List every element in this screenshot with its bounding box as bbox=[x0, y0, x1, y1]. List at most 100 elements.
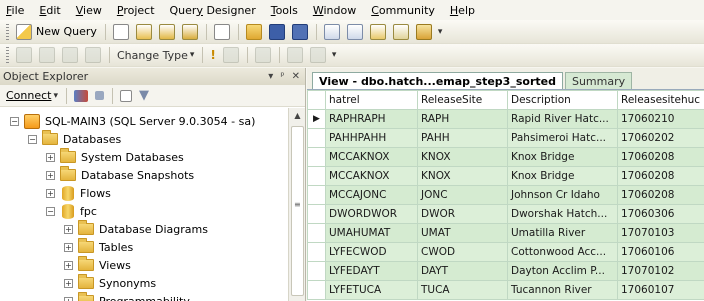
table-cell[interactable]: 17070103 bbox=[617, 223, 704, 243]
add-table-button[interactable] bbox=[284, 45, 306, 65]
table-cell[interactable]: UMAT bbox=[417, 223, 508, 243]
table-cell[interactable]: KNOX bbox=[417, 166, 508, 186]
table-cell[interactable]: RAPH bbox=[417, 109, 508, 129]
table-cell[interactable]: 17060208 bbox=[617, 185, 704, 205]
toolbar-options-icon[interactable]: ▾ bbox=[332, 50, 337, 60]
table-cell[interactable]: 17060202 bbox=[617, 128, 704, 148]
table-cell[interactable]: PAHH bbox=[417, 128, 508, 148]
table-cell[interactable]: Knox Bridge bbox=[507, 147, 618, 167]
menu-item[interactable]: View bbox=[76, 4, 102, 17]
filter-button[interactable]: ▼ bbox=[136, 86, 152, 106]
table-row[interactable]: UMAHUMAT UMAT Umatilla River 17070103 bbox=[307, 223, 704, 243]
table-cell[interactable]: LYFETUCA bbox=[325, 280, 418, 300]
tree-node[interactable]: + Database Snapshots bbox=[46, 166, 194, 184]
menu-item[interactable]: Window bbox=[313, 4, 356, 17]
registered-servers-button[interactable] bbox=[321, 22, 343, 42]
row-selector[interactable] bbox=[307, 242, 326, 262]
tree-node[interactable]: + Flows bbox=[46, 184, 111, 202]
scrollbar-thumb[interactable] bbox=[291, 126, 304, 296]
close-icon[interactable]: ✕ bbox=[292, 71, 300, 82]
show-results-pane-button[interactable] bbox=[82, 45, 104, 65]
table-cell[interactable]: MCCAJONC bbox=[325, 185, 418, 205]
column-header[interactable]: hatrel bbox=[325, 90, 418, 110]
table-cell[interactable]: 17060208 bbox=[617, 147, 704, 167]
table-row[interactable]: MCCAKNOX KNOX Knox Bridge 17060208 bbox=[307, 166, 704, 186]
table-cell[interactable]: DWOR bbox=[417, 204, 508, 224]
table-cell[interactable]: Tucannon River bbox=[507, 280, 618, 300]
column-header[interactable]: ReleaseSite bbox=[417, 90, 508, 110]
table-cell[interactable]: KNOX bbox=[417, 147, 508, 167]
table-cell[interactable]: 17060107 bbox=[617, 280, 704, 300]
table-cell[interactable]: MCCAKNOX bbox=[325, 166, 418, 186]
table-cell[interactable]: PAHHPAHH bbox=[325, 128, 418, 148]
row-selector[interactable] bbox=[307, 128, 326, 148]
verify-sql-button[interactable] bbox=[220, 45, 242, 65]
collapse-icon[interactable]: − bbox=[46, 206, 55, 216]
toolbar-options-icon[interactable]: ▾ bbox=[438, 27, 443, 37]
tree-node[interactable]: + Programmability bbox=[64, 292, 190, 301]
stop-button[interactable] bbox=[92, 86, 107, 106]
expand-icon[interactable]: + bbox=[64, 278, 73, 288]
mdx-query-button[interactable] bbox=[156, 22, 178, 42]
collapse-icon[interactable]: − bbox=[28, 134, 37, 144]
table-cell[interactable]: CWOD bbox=[417, 242, 508, 262]
tree-node[interactable]: − fpc bbox=[46, 202, 97, 220]
expand-icon[interactable]: + bbox=[64, 224, 73, 234]
table-cell[interactable]: Pahsimeroi Hatc... bbox=[507, 128, 618, 148]
menu-item[interactable]: Tools bbox=[271, 4, 298, 17]
current-row-indicator-icon[interactable]: ▶ bbox=[307, 109, 326, 129]
tree-node[interactable]: − SQL-MAIN3 (SQL Server 9.0.3054 - sa) bbox=[10, 112, 255, 130]
table-cell[interactable]: TUCA bbox=[417, 280, 508, 300]
connect-button[interactable]: Connect ▾ bbox=[3, 86, 61, 106]
table-cell[interactable]: Dayton Acclim P... bbox=[507, 261, 618, 281]
tab-summary[interactable]: Summary bbox=[564, 72, 633, 89]
menu-item[interactable]: Query Designer bbox=[170, 4, 256, 17]
toolbox-button[interactable] bbox=[413, 22, 435, 42]
save-button[interactable] bbox=[266, 22, 288, 42]
table-cell[interactable]: DWORDWOR bbox=[325, 204, 418, 224]
table-cell[interactable]: DAYT bbox=[417, 261, 508, 281]
tree-vertical-scrollbar[interactable]: ▲ ≡ bbox=[288, 108, 305, 301]
row-selector[interactable] bbox=[307, 147, 326, 167]
table-row[interactable]: LYFEDAYT DAYT Dayton Acclim P... 17070102 bbox=[307, 261, 704, 281]
column-header[interactable]: Description bbox=[507, 90, 618, 110]
row-selector[interactable] bbox=[307, 185, 326, 205]
table-cell[interactable]: RAPHRAPH bbox=[325, 109, 418, 129]
expand-icon[interactable]: + bbox=[46, 170, 55, 180]
group-by-button[interactable] bbox=[252, 45, 274, 65]
open-file-button[interactable] bbox=[243, 22, 265, 42]
tree-node[interactable]: + System Databases bbox=[46, 148, 184, 166]
database-engine-query-button[interactable] bbox=[110, 22, 132, 42]
show-sql-pane-button[interactable] bbox=[59, 45, 81, 65]
analysis-query-button[interactable] bbox=[133, 22, 155, 42]
table-cell[interactable]: 17060210 bbox=[617, 109, 704, 129]
tab-view-designer[interactable]: View - dbo.hatch...emap_step3_sorted bbox=[312, 72, 563, 89]
table-cell[interactable]: 17070102 bbox=[617, 261, 704, 281]
table-row[interactable]: LYFECWOD CWOD Cottonwood Acc... 17060106 bbox=[307, 242, 704, 262]
window-position-dropdown-icon[interactable]: ▾ bbox=[268, 71, 273, 82]
table-cell[interactable]: LYFEDAYT bbox=[325, 261, 418, 281]
show-diagram-pane-button[interactable] bbox=[13, 45, 35, 65]
expand-icon[interactable]: + bbox=[64, 242, 73, 252]
menu-item[interactable]: Help bbox=[450, 4, 475, 17]
dmx-query-button[interactable] bbox=[179, 22, 201, 42]
collapse-icon[interactable]: − bbox=[10, 116, 19, 126]
show-criteria-pane-button[interactable] bbox=[36, 45, 58, 65]
table-cell[interactable]: Cottonwood Acc... bbox=[507, 242, 618, 262]
expand-icon[interactable]: + bbox=[64, 260, 73, 270]
expand-icon[interactable]: + bbox=[46, 152, 55, 162]
table-cell[interactable]: Rapid River Hatc... bbox=[507, 109, 618, 129]
new-query-button[interactable]: New Query bbox=[13, 22, 100, 42]
table-cell[interactable]: LYFECWOD bbox=[325, 242, 418, 262]
auto-hide-pin-icon[interactable]: ᵖ bbox=[280, 71, 284, 82]
table-cell[interactable]: Umatilla River bbox=[507, 223, 618, 243]
menu-item[interactable]: Project bbox=[117, 4, 155, 17]
scroll-up-icon[interactable]: ▲ bbox=[289, 108, 306, 124]
tree-node[interactable]: + Database Diagrams bbox=[64, 220, 208, 238]
new-file-button[interactable] bbox=[211, 22, 233, 42]
expand-icon[interactable]: + bbox=[64, 296, 73, 301]
table-cell[interactable]: Dworshak Hatch... bbox=[507, 204, 618, 224]
tree-node[interactable]: + Tables bbox=[64, 238, 133, 256]
table-row[interactable]: LYFETUCA TUCA Tucannon River 17060107 bbox=[307, 280, 704, 300]
row-selector[interactable] bbox=[307, 223, 326, 243]
